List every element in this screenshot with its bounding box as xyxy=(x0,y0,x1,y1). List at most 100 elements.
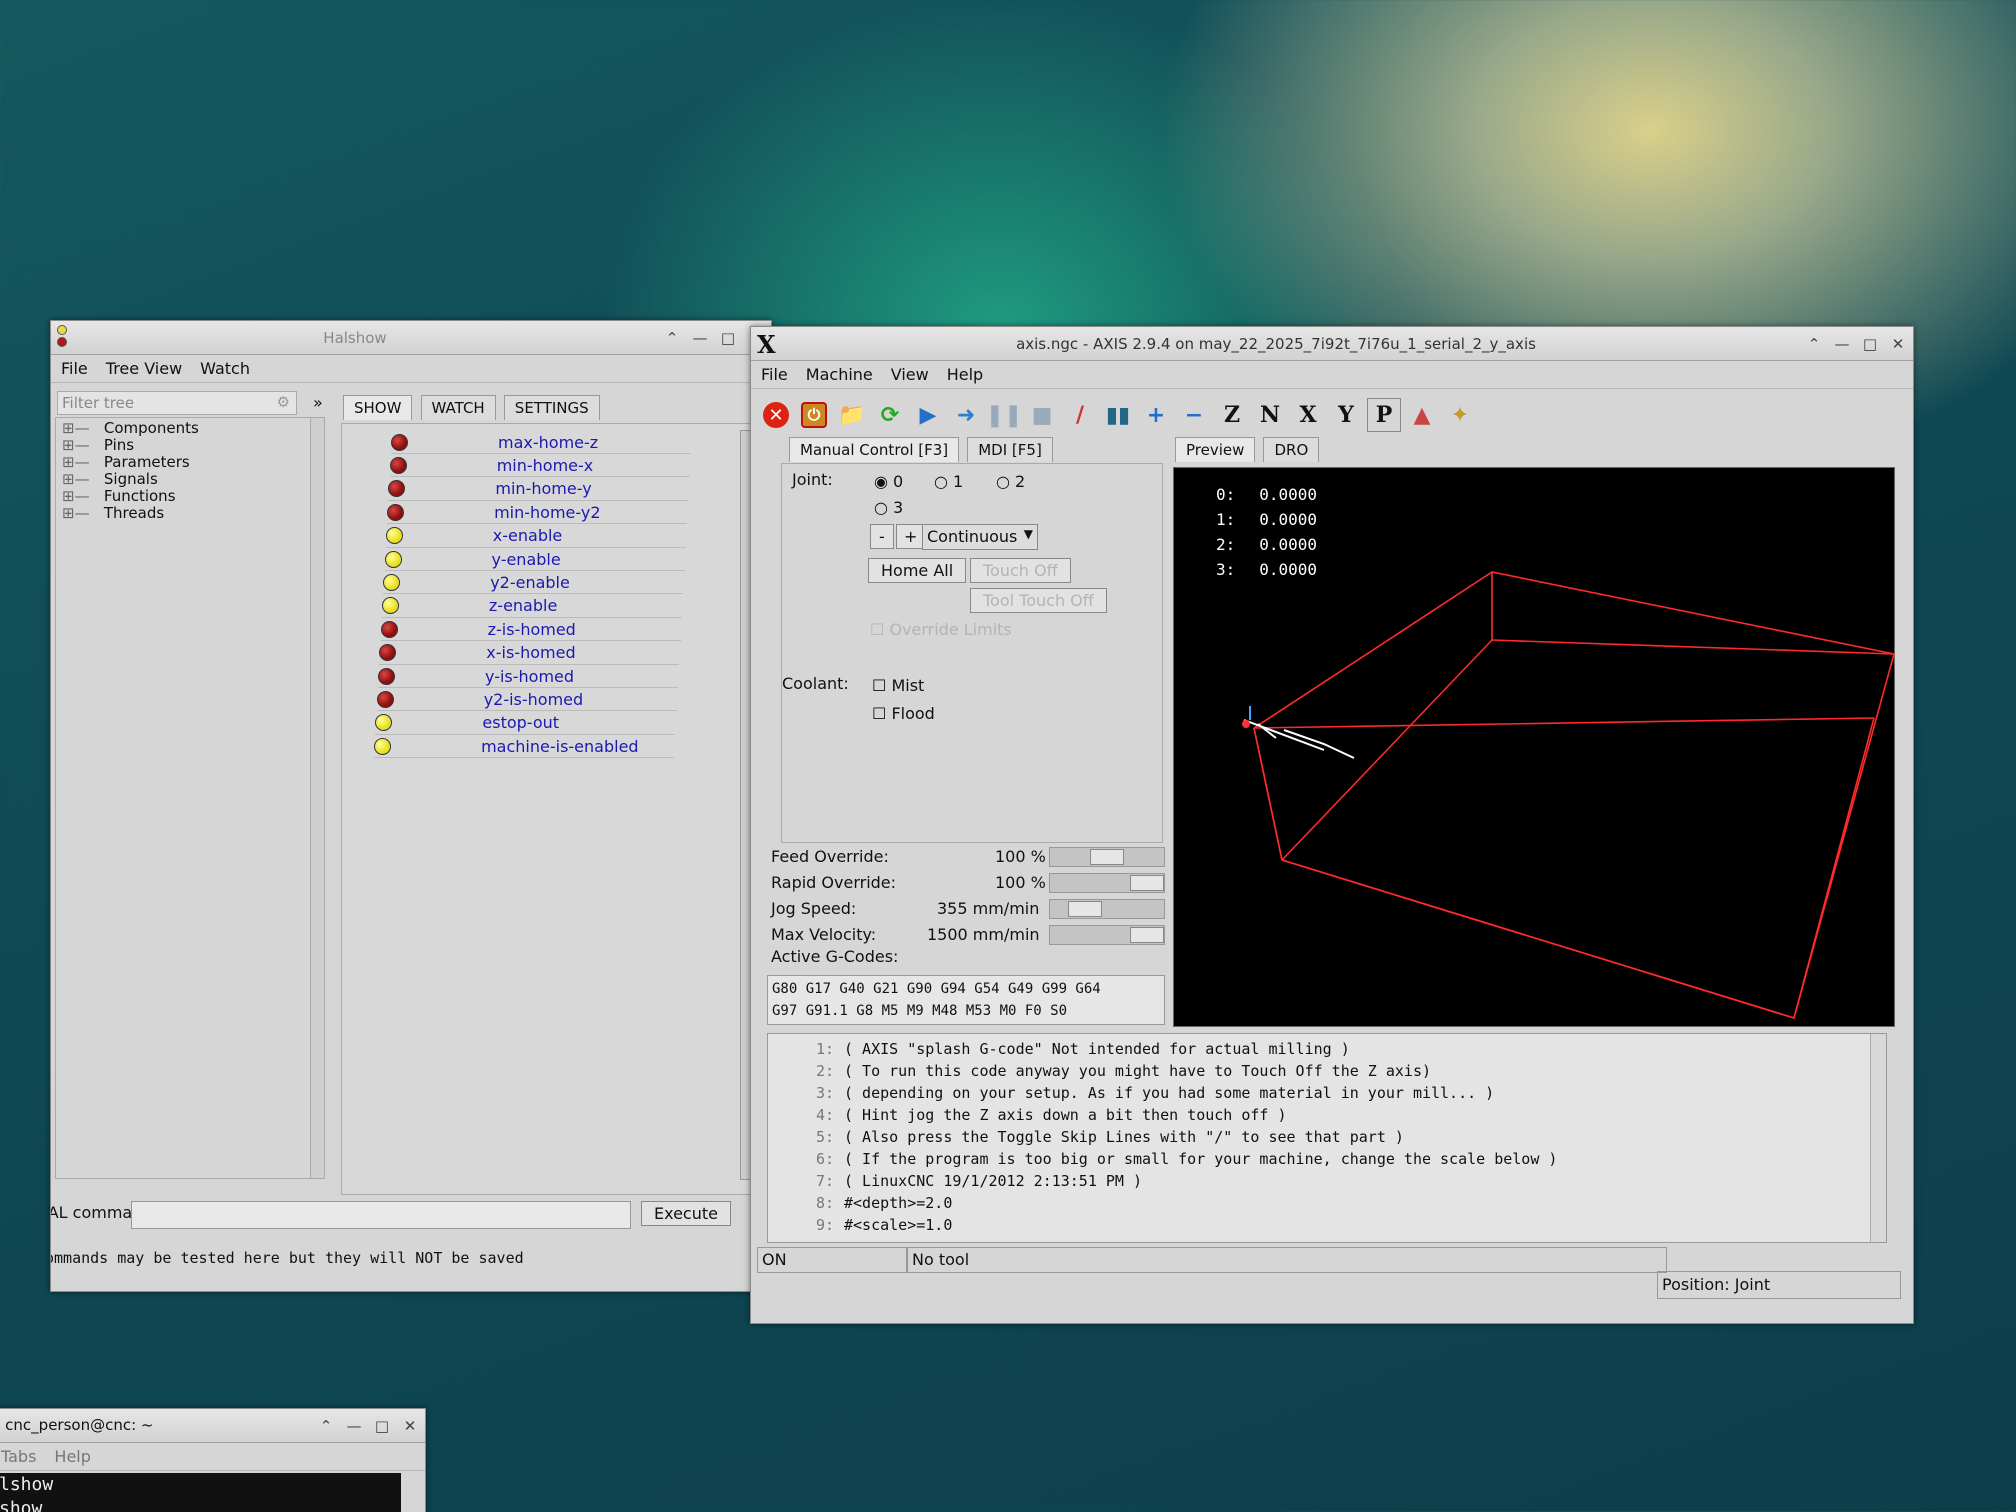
minimize-icon[interactable]: — xyxy=(1829,331,1855,357)
halshow-titlebar[interactable]: Halshow ⌃ — □ ✕ xyxy=(51,321,771,355)
minimize-icon[interactable]: — xyxy=(687,325,713,351)
pin-row[interactable]: x-enable xyxy=(385,525,686,548)
terminal-output[interactable]: lshow show xyxy=(0,1473,401,1512)
tree-item-threads[interactable]: ⊞— Threads xyxy=(62,505,199,522)
menu-tree-view[interactable]: Tree View xyxy=(106,359,182,378)
gcode-scrollbar[interactable] xyxy=(1870,1034,1886,1242)
view-z-icon[interactable]: Z xyxy=(1215,398,1249,432)
menu-file[interactable]: File xyxy=(61,359,88,378)
flood-checkbox[interactable]: ☐ Flood xyxy=(872,704,935,723)
menu-watch[interactable]: Watch xyxy=(200,359,250,378)
estop-icon[interactable]: ✕ xyxy=(759,398,793,432)
pin-row[interactable]: max-home-z xyxy=(391,431,691,454)
view-p-icon[interactable]: P xyxy=(1367,398,1401,432)
gcode-text-area[interactable]: 1: ( AXIS "splash G-code" Not intended fo… xyxy=(767,1033,1887,1243)
menu-machine[interactable]: Machine xyxy=(806,365,873,384)
minimize-icon[interactable]: — xyxy=(341,1413,367,1439)
view-x-icon[interactable]: X xyxy=(1291,398,1325,432)
pin-row[interactable]: y2-is-homed xyxy=(376,688,677,712)
gcode-line-number: 1: xyxy=(815,1040,834,1058)
tool-touch-off-button[interactable]: Tool Touch Off xyxy=(970,588,1107,613)
pin-row[interactable]: estop-out xyxy=(375,712,676,735)
view-z2-icon[interactable]: N xyxy=(1253,398,1287,432)
rotate-view-icon[interactable]: ▲ xyxy=(1405,398,1439,432)
joint-radio-0[interactable]: ◉ 0 xyxy=(874,472,903,491)
pin-row[interactable]: y-is-homed xyxy=(378,665,678,688)
tree-item-functions[interactable]: ⊞— Functions xyxy=(62,488,199,505)
skip-lines-icon[interactable]: / xyxy=(1063,398,1097,432)
pin-row[interactable]: machine-is-enabled xyxy=(374,735,675,759)
optional-stop-icon[interactable]: ▮▮ xyxy=(1101,398,1135,432)
override-limits-checkbox[interactable]: ☐ Override Limits xyxy=(870,620,1012,639)
flood-label: Flood xyxy=(891,704,935,723)
axis-titlebar[interactable]: X axis.ngc - AXIS 2.9.4 on may_22_2025_7… xyxy=(751,327,1913,361)
pin-row[interactable]: min-home-y xyxy=(388,478,689,501)
zoom-in-icon[interactable]: + xyxy=(1139,398,1173,432)
jog-plus-button[interactable]: + xyxy=(896,524,926,549)
tree-item-pins[interactable]: ⊞— Pins xyxy=(62,437,199,454)
jog-minus-button[interactable]: - xyxy=(870,524,894,549)
tab-show[interactable]: SHOW xyxy=(343,395,413,420)
chevron-up-icon[interactable]: ⌃ xyxy=(313,1413,339,1439)
tab-settings[interactable]: SETTINGS xyxy=(503,395,600,420)
preview-canvas[interactable]: 0: 0.0000 1: 0.0000 2: 0.0000 3: 0.0000 xyxy=(1173,467,1895,1027)
menu-help[interactable]: Help xyxy=(947,365,983,384)
tree-item-signals[interactable]: ⊞— Signals xyxy=(62,471,199,488)
maximize-icon[interactable]: □ xyxy=(1857,331,1883,357)
joint-radio-1[interactable]: ○ 1 xyxy=(934,472,963,491)
tree-item-components[interactable]: ⊞— Components xyxy=(62,420,199,437)
menu-file[interactable]: File xyxy=(761,365,788,384)
max-velocity-slider[interactable] xyxy=(1049,925,1165,945)
menu-help[interactable]: Help xyxy=(54,1447,90,1466)
gcode-line: 2: ( To run this code anyway you might ha… xyxy=(774,1060,1557,1082)
pin-row[interactable]: min-home-y2 xyxy=(387,501,688,525)
pin-row[interactable]: min-home-x xyxy=(389,454,690,478)
tab-watch[interactable]: WATCH xyxy=(420,395,496,420)
execute-button[interactable]: Execute xyxy=(641,1201,731,1226)
open-file-icon[interactable]: 📁 xyxy=(835,398,869,432)
step-icon[interactable]: ➜ xyxy=(949,398,983,432)
pin-row[interactable]: z-enable xyxy=(381,595,682,618)
chevron-up-icon[interactable]: ⌃ xyxy=(659,325,685,351)
pin-row[interactable]: y-enable xyxy=(384,548,685,571)
reload-icon[interactable]: ⟳ xyxy=(873,398,907,432)
tab-mdi[interactable]: MDI [F5] xyxy=(967,437,1053,462)
pin-row[interactable]: x-is-homed xyxy=(379,642,680,665)
maximize-icon[interactable]: □ xyxy=(715,325,741,351)
pin-row[interactable]: z-is-homed xyxy=(380,618,681,642)
jog-speed-slider[interactable] xyxy=(1049,899,1165,919)
touch-off-button[interactable]: Touch Off xyxy=(970,558,1071,583)
zoom-out-icon[interactable]: − xyxy=(1177,398,1211,432)
maximize-icon[interactable]: □ xyxy=(369,1413,395,1439)
filter-tree-input[interactable]: Filter tree ⚙ xyxy=(57,391,297,415)
mist-checkbox[interactable]: ☐ Mist xyxy=(872,676,924,695)
stop-icon[interactable]: ■ xyxy=(1025,398,1059,432)
tab-preview[interactable]: Preview xyxy=(1175,437,1256,462)
close-icon[interactable]: ✕ xyxy=(1885,331,1911,357)
rapid-override-slider[interactable] xyxy=(1049,873,1165,893)
joint-radio-2[interactable]: ○ 2 xyxy=(996,472,1025,491)
clear-plot-icon[interactable]: ✦ xyxy=(1443,398,1477,432)
tree-item-parameters[interactable]: ⊞— Parameters xyxy=(62,454,199,471)
tab-dro[interactable]: DRO xyxy=(1263,437,1320,462)
terminal-titlebar[interactable]: - cnc_person@cnc: ~ ⌃ — □ ✕ xyxy=(0,1409,425,1443)
home-all-button[interactable]: Home All xyxy=(868,558,967,583)
menu-tabs[interactable]: Tabs xyxy=(1,1447,36,1466)
hal-command-input[interactable] xyxy=(131,1201,631,1229)
jog-mode-select[interactable]: Continuous ▼ xyxy=(922,524,1038,550)
feed-override-slider[interactable] xyxy=(1049,847,1165,867)
view-y-icon[interactable]: Y xyxy=(1329,398,1363,432)
run-icon[interactable]: ▶ xyxy=(911,398,945,432)
gcode-line-number: 4: xyxy=(815,1106,834,1124)
joint-radio-3[interactable]: ○ 3 xyxy=(874,498,903,517)
tree-scrollbar[interactable] xyxy=(310,418,324,1178)
pin-row[interactable]: y2-enable xyxy=(383,571,684,595)
tab-manual-control[interactable]: Manual Control [F3] xyxy=(789,437,960,462)
expand-panel-button[interactable]: » xyxy=(313,393,323,412)
chevron-up-icon[interactable]: ⌃ xyxy=(1801,331,1827,357)
close-icon[interactable]: ✕ xyxy=(397,1413,423,1439)
power-icon[interactable]: ⏻ xyxy=(797,398,831,432)
pause-icon[interactable]: ❚❚ xyxy=(986,398,1023,432)
gear-icon[interactable]: ⚙ xyxy=(277,393,290,411)
menu-view[interactable]: View xyxy=(891,365,929,384)
